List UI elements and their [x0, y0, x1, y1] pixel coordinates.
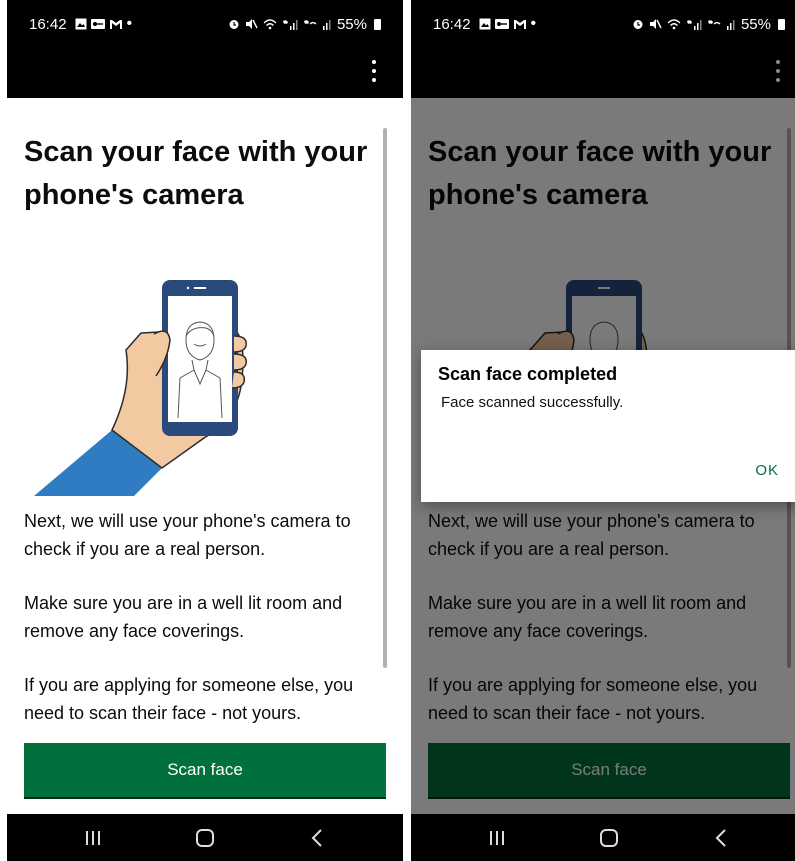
main-content: Scan your face with your phone's camera …	[7, 98, 403, 814]
mute-icon	[649, 19, 662, 29]
battery-icon	[374, 18, 381, 30]
phone-screen-after: 16:42 • 55% Scan your face with your pho…	[411, 0, 795, 861]
gallery-icon	[75, 18, 87, 30]
wifi-call-icon	[303, 20, 317, 25]
gallery-icon	[479, 18, 491, 30]
page-title: Scan your face with your phone's camera	[24, 136, 368, 211]
wifi-call-icon	[263, 19, 277, 30]
scrollbar[interactable]	[383, 128, 387, 668]
status-bar: 16:42 • 55%	[7, 0, 403, 48]
status-time: 16:42	[433, 15, 471, 33]
home-icon[interactable]	[185, 823, 225, 853]
paragraph-someone-else: If you are applying for someone else, yo…	[24, 675, 354, 723]
signal-icon	[322, 20, 331, 30]
more-vert-icon[interactable]	[365, 58, 383, 84]
signal-icon	[686, 20, 702, 30]
signal-icon	[282, 20, 298, 30]
app-bar	[7, 48, 403, 98]
scan-face-button[interactable]: Scan face	[24, 743, 386, 797]
vpn-key-icon	[90, 19, 105, 29]
system-nav-bar	[7, 814, 403, 861]
paragraph-camera-check: Next, we will use your phone's camera to…	[24, 511, 351, 559]
more-vert-icon	[769, 58, 787, 84]
signal-icon	[726, 20, 735, 30]
status-time: 16:42	[29, 15, 67, 33]
mute-icon	[245, 19, 258, 29]
alarm-icon	[633, 20, 643, 29]
wifi-call-icon	[707, 20, 721, 25]
system-nav-bar	[411, 814, 795, 861]
recents-icon[interactable]	[477, 823, 517, 853]
status-bar: 16:42 • 55%	[411, 0, 795, 48]
scan-complete-dialog: Scan face completed Face scanned success…	[421, 350, 795, 502]
wifi-call-icon	[667, 19, 681, 30]
dialog-message: Face scanned successfully.	[441, 394, 624, 411]
vpn-key-icon	[494, 19, 509, 29]
gmail-icon	[513, 19, 526, 29]
paragraph-lighting: Make sure you are in a well lit room and…	[24, 593, 343, 641]
gmail-icon	[109, 19, 122, 29]
dot-icon: •	[530, 15, 537, 32]
dialog-title: Scan face completed	[438, 364, 618, 384]
recents-icon[interactable]	[73, 823, 113, 853]
battery-percent: 55%	[336, 15, 367, 33]
back-icon[interactable]	[297, 823, 337, 853]
phone-screen-before: 16:42 • 55% Scan your face with your pho…	[7, 0, 403, 861]
ok-button[interactable]: OK	[755, 462, 779, 479]
hand-holding-phone-face-illustration	[34, 280, 247, 496]
dot-icon: •	[126, 15, 133, 32]
home-icon[interactable]	[589, 823, 629, 853]
back-icon[interactable]	[701, 823, 741, 853]
alarm-icon	[229, 20, 239, 29]
app-bar	[411, 48, 795, 98]
battery-percent: 55%	[740, 15, 771, 33]
battery-icon	[778, 18, 785, 30]
